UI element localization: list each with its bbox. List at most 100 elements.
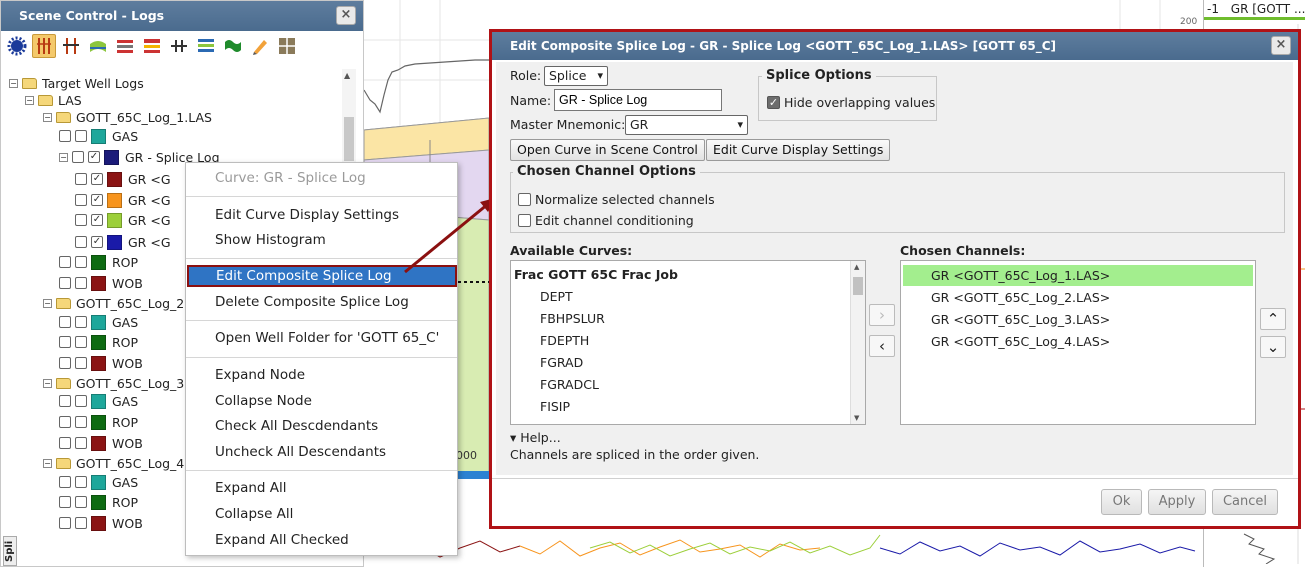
tick-icon[interactable] (167, 34, 191, 58)
conditioning-checkbox[interactable] (518, 214, 531, 227)
available-curve-item[interactable]: FDEPTH (511, 330, 589, 351)
normalize-checkbox[interactable] (518, 193, 531, 206)
tree-curve-item[interactable]: ROP (59, 492, 138, 512)
cancel-button[interactable]: Cancel (1212, 489, 1278, 515)
available-group-header[interactable]: Frac GOTT 65C Frac Job (511, 264, 678, 285)
scroll-down-icon[interactable]: ▼ (854, 414, 859, 422)
tree-toggle-icon[interactable]: − (43, 112, 52, 122)
add-channel-arrow-icon[interactable]: › (869, 304, 895, 326)
tree-visibility-checkbox[interactable] (75, 395, 87, 407)
menu-item-check-all-descdendants[interactable]: Check All Descdendants (186, 415, 457, 437)
remove-channel-arrow-icon[interactable]: ‹ (869, 335, 895, 357)
tree-checkbox[interactable] (59, 496, 71, 508)
tree-checkbox[interactable] (59, 395, 71, 407)
tree-visibility-checkbox[interactable] (75, 416, 87, 428)
tree-visibility-checkbox[interactable]: ✓ (88, 151, 100, 163)
name-input[interactable] (554, 89, 722, 111)
tree-curve-item[interactable]: WOB (59, 433, 143, 453)
available-scrollbar[interactable]: ▲ ▼ (850, 261, 865, 424)
tree-toggle-icon[interactable]: − (43, 298, 52, 308)
tree-toggle-icon[interactable]: − (59, 152, 68, 162)
tree-visibility-checkbox[interactable] (75, 130, 87, 142)
hide-overlapping-checkbox[interactable]: ✓ (767, 96, 780, 109)
tree-curve-item[interactable]: WOB (59, 513, 143, 533)
tree-visibility-checkbox[interactable] (75, 496, 87, 508)
tree-checkbox[interactable] (72, 151, 84, 163)
tree-curve-item[interactable]: WOB (59, 273, 143, 293)
available-curve-item[interactable]: FGRAD (511, 352, 583, 373)
tree-curve-item[interactable]: ✓ GR <G (75, 169, 171, 189)
tree-checkbox[interactable] (59, 130, 71, 142)
tree-checkbox[interactable] (75, 214, 87, 226)
tree-toggle-icon[interactable]: − (9, 78, 18, 88)
layers-icon[interactable] (194, 34, 218, 58)
tree-folder[interactable]: − GOTT_65C_Log_4 (43, 453, 184, 473)
tree-visibility-checkbox[interactable]: ✓ (91, 236, 103, 248)
tree-toggle-icon[interactable]: − (25, 95, 34, 105)
tree-toggle-icon[interactable]: − (43, 378, 52, 388)
menu-item-expand-node[interactable]: Expand Node (186, 364, 457, 386)
scene-control-header[interactable]: Scene Control - Logs × (1, 1, 363, 31)
striplog-icon[interactable] (113, 34, 137, 58)
dialog-close-icon[interactable]: × (1271, 36, 1291, 55)
menu-item-open-well-folder-for-gott-65-c[interactable]: Open Well Folder for 'GOTT 65_C' (186, 327, 457, 349)
tree-visibility-checkbox[interactable]: ✓ (91, 194, 103, 206)
tree-visibility-checkbox[interactable] (75, 336, 87, 348)
tree-curve-item[interactable]: ROP (59, 252, 138, 272)
menu-item-expand-all-checked[interactable]: Expand All Checked (186, 529, 457, 551)
tree-curve-item[interactable]: ✓ GR <G (75, 210, 171, 230)
tree-checkbox[interactable] (59, 357, 71, 369)
menu-item-collapse-all[interactable]: Collapse All (186, 503, 457, 525)
available-curve-item[interactable]: FGRADCL (511, 374, 599, 395)
master-mnemonic-select[interactable]: GR ▾ (625, 115, 748, 135)
tree-checkbox[interactable] (75, 194, 87, 206)
help-toggle[interactable]: ▾ Help... (510, 430, 561, 445)
ok-button[interactable]: Ok (1101, 489, 1142, 515)
tree-curve-item[interactable]: ✓ GR <G (75, 190, 171, 210)
tree-visibility-checkbox[interactable]: ✓ (91, 214, 103, 226)
tree-checkbox[interactable] (59, 416, 71, 428)
menu-item-expand-all[interactable]: Expand All (186, 477, 457, 499)
tree-visibility-checkbox[interactable] (75, 256, 87, 268)
flag-icon[interactable] (221, 34, 245, 58)
move-up-chevron-icon[interactable]: ⌃ (1260, 308, 1286, 330)
chosen-channel-item[interactable]: GR <GOTT_65C_Log_4.LAS> (903, 331, 1253, 352)
scroll-up-icon[interactable]: ▲ (854, 263, 859, 271)
grid-icon[interactable] (275, 34, 299, 58)
splice-tab[interactable]: Spli (3, 536, 17, 566)
role-select[interactable]: Splice ▾ (544, 66, 608, 86)
tree-scroll-thumb[interactable] (344, 117, 354, 161)
tree-folder[interactable]: − GOTT_65C_Log_3 (43, 373, 184, 393)
available-curves-list[interactable]: Frac GOTT 65C Frac Job DEPT FBHPSLUR FDEPT… (510, 260, 866, 425)
chosen-channel-item[interactable]: GR <GOTT_65C_Log_1.LAS> (903, 265, 1253, 286)
tree-checkbox[interactable] (59, 336, 71, 348)
tree-visibility-checkbox[interactable] (75, 517, 87, 529)
tree-toggle-icon[interactable]: − (43, 458, 52, 468)
tree-visibility-checkbox[interactable] (75, 357, 87, 369)
tree-curve-item[interactable]: ROP (59, 332, 138, 352)
tree-visibility-checkbox[interactable]: ✓ (91, 173, 103, 185)
menu-item-delete-composite-splice-log[interactable]: Delete Composite Splice Log (186, 291, 457, 313)
tree-folder[interactable]: − GOTT_65C_Log_2 (43, 293, 184, 313)
tree-visibility-checkbox[interactable] (75, 476, 87, 488)
open-curve-button[interactable]: Open Curve in Scene Control (510, 139, 705, 161)
gear-icon[interactable] (5, 34, 29, 58)
available-scroll-thumb[interactable] (853, 277, 863, 295)
right-track-header[interactable]: -1 GR [GOTT ... (1204, 0, 1305, 20)
tree-curve-item[interactable]: WOB (59, 353, 143, 373)
pencil-icon[interactable] (248, 34, 272, 58)
chosen-channel-item[interactable]: GR <GOTT_65C_Log_3.LAS> (903, 309, 1253, 330)
fill-icon[interactable] (140, 34, 164, 58)
available-curve-item[interactable]: FBHPSLUR (511, 308, 605, 329)
tree-checkbox[interactable] (75, 173, 87, 185)
chosen-channels-list[interactable]: GR <GOTT_65C_Log_1.LAS> GR <GOTT_65C_Log_… (900, 260, 1256, 425)
tree-checkbox[interactable] (75, 236, 87, 248)
chosen-channel-item[interactable]: GR <GOTT_65C_Log_2.LAS> (903, 287, 1253, 308)
tree-curve-item[interactable]: GAS (59, 472, 138, 492)
tree-curve-item[interactable]: GAS (59, 126, 138, 146)
tree-checkbox[interactable] (59, 256, 71, 268)
tree-folder[interactable]: − GOTT_65C_Log_1.LAS (43, 107, 212, 127)
available-curve-item[interactable]: FISIP (511, 396, 570, 417)
tops-icon[interactable] (59, 34, 83, 58)
menu-item-collapse-node[interactable]: Collapse Node (186, 390, 457, 412)
